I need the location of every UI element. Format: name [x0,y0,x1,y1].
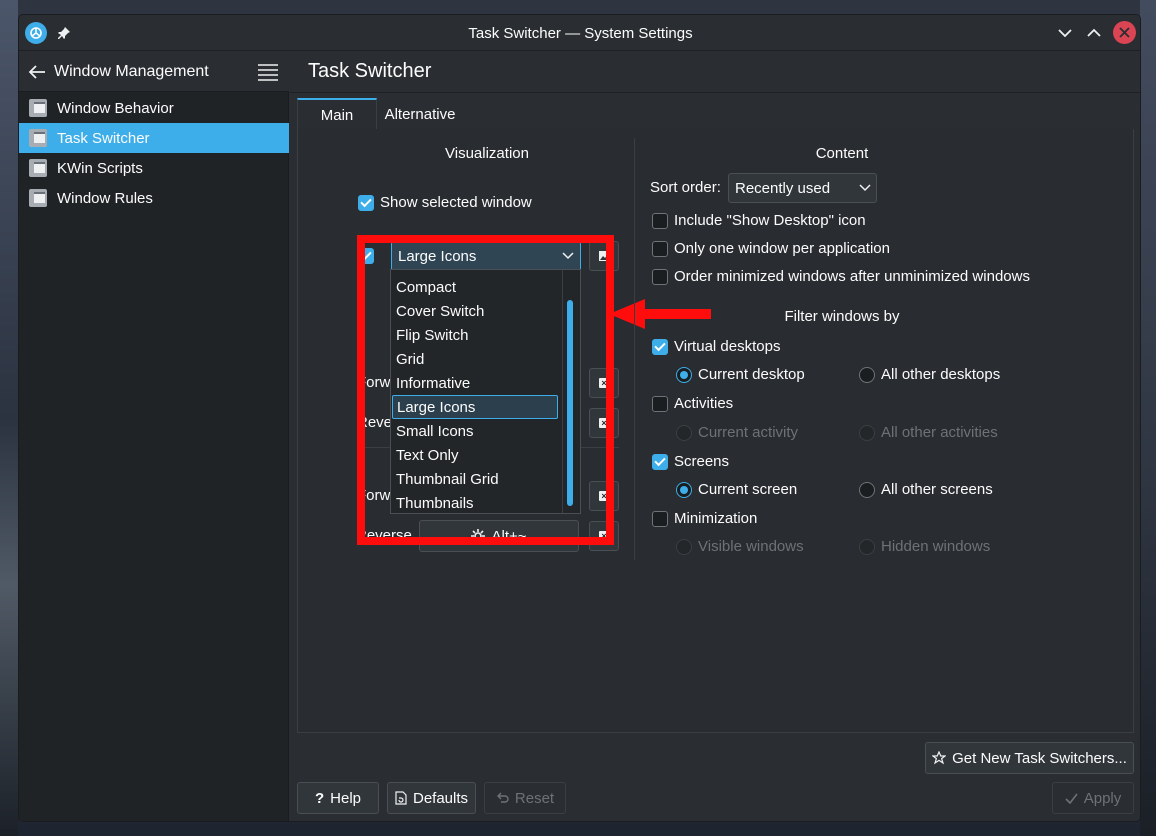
settings-window: Task Switcher — System Settings Window M… [18,14,1141,822]
sidebar-item-window-rules[interactable]: Window Rules [19,183,289,213]
defaults-label: Defaults [412,789,469,807]
sidebar-item-task-switcher[interactable]: Task Switcher [19,123,289,153]
current-activity-radio [676,425,692,441]
visible-windows-radio [676,539,692,555]
virtual-desktops-checkbox[interactable] [652,339,668,355]
sidebar-item-label: Window Behavior [57,99,174,117]
all-other-screens-label: All other screens [881,481,993,498]
back-arrow-icon[interactable] [27,62,47,82]
activities-checkbox[interactable] [652,396,668,412]
order-minimized-checkbox[interactable] [652,269,668,285]
column-separator [634,138,635,560]
get-new-label: Get New Task Switchers... [952,749,1127,767]
all-other-activities-label: All other activities [881,424,998,441]
sidebar-item-label: Task Switcher [57,129,150,147]
desktop-background-right [1140,0,1156,836]
minimize-icon[interactable] [1056,24,1074,42]
desktop-background-left [0,0,18,836]
help-label: Help [330,789,362,807]
chevron-down-icon [859,184,871,192]
defaults-button[interactable]: Defaults [387,782,476,814]
include-show-desktop-checkbox[interactable] [652,213,668,229]
star-icon [932,751,947,765]
sidebar-item-kwin-scripts[interactable]: KWin Scripts [19,153,289,183]
checkmark-icon [1065,793,1078,804]
apply-button[interactable]: Apply [1052,782,1134,814]
current-desktop-radio[interactable] [676,367,692,383]
current-screen-label: Current screen [698,481,798,498]
window-title: Task Switcher — System Settings [468,25,693,42]
header-divider [290,92,1140,93]
screens-checkbox[interactable] [652,454,668,470]
content-title: Content [815,145,869,162]
kwin-scripts-icon [29,159,47,177]
all-other-screens-radio[interactable] [859,482,875,498]
activities-label: Activities [674,395,734,412]
tab-alternative[interactable]: Alternative [377,98,463,130]
hidden-windows-radio [859,539,875,555]
visualization-title: Visualization [445,145,529,162]
titlebar: Task Switcher — System Settings [19,15,1140,51]
current-activity-label: Current activity [698,424,799,441]
page-title: Task Switcher [308,60,432,82]
get-new-task-switchers-button[interactable]: Get New Task Switchers... [925,742,1134,774]
window-behavior-icon [29,99,47,117]
sidebar-item-label: KWin Scripts [57,159,143,177]
help-icon: ? [314,789,325,807]
apply-label: Apply [1083,789,1122,807]
show-selected-window-label: Show selected window [380,194,532,211]
reset-button[interactable]: Reset [484,782,566,814]
order-minimized-label: Order minimized windows after unminimize… [674,268,1030,285]
screens-label: Screens [674,453,730,470]
minimization-label: Minimization [674,510,758,527]
include-show-desktop-label: Include "Show Desktop" icon [674,212,866,229]
sort-order-value: Recently used [735,179,831,197]
annotation-highlight-box [357,235,614,545]
undo-icon [496,792,509,803]
all-other-desktops-label: All other desktops [881,366,1001,383]
filter-windows-title: Filter windows by [784,308,900,325]
annotation-arrow-icon [609,299,711,329]
all-other-desktops-radio[interactable] [859,367,875,383]
visible-windows-label: Visible windows [698,538,804,555]
close-icon[interactable] [1113,21,1136,44]
task-switcher-icon [29,129,47,147]
reset-label: Reset [514,789,555,807]
sidebar: Window Management Window Behavior Task S… [19,52,289,821]
tab-alternative-label: Alternative [384,105,456,123]
sidebar-item-label: Window Rules [57,189,153,207]
all-other-activities-radio [859,425,875,441]
hamburger-menu-icon[interactable] [257,61,279,83]
sidebar-item-window-behavior[interactable]: Window Behavior [19,93,289,123]
document-revert-icon [395,791,407,805]
help-button[interactable]: ? Help [297,782,379,814]
current-desktop-label: Current desktop [698,366,805,383]
show-selected-window-checkbox[interactable] [358,195,374,211]
virtual-desktops-label: Virtual desktops [674,338,781,355]
maximize-icon[interactable] [1085,24,1103,42]
minimization-checkbox[interactable] [652,511,668,527]
sidebar-header-title: Window Management [54,63,209,80]
sidebar-header: Window Management [19,52,289,92]
sort-order-combo[interactable]: Recently used [728,173,877,203]
sort-order-label: Sort order: [650,179,721,196]
tab-main[interactable]: Main [297,98,377,130]
window-rules-icon [29,189,47,207]
tab-main-label: Main [320,106,354,124]
one-window-per-app-label: Only one window per application [674,240,890,257]
one-window-per-app-checkbox[interactable] [652,241,668,257]
hidden-windows-label: Hidden windows [881,538,991,555]
current-screen-radio[interactable] [676,482,692,498]
